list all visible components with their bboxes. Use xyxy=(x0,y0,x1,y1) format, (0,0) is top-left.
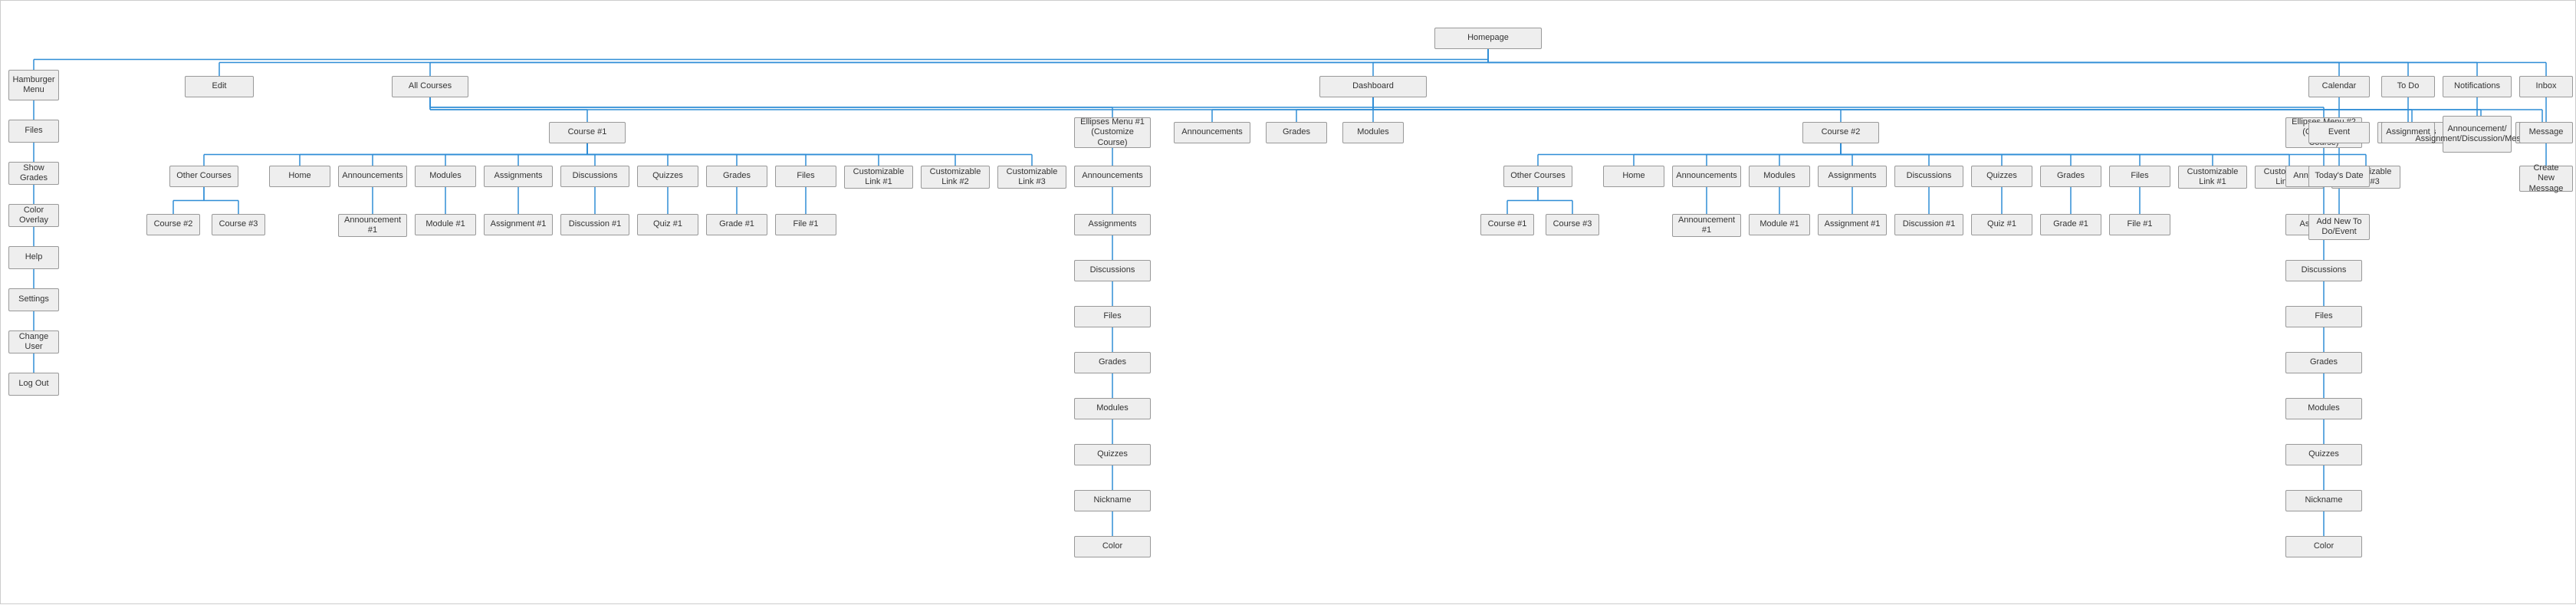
node-todaysdate[interactable]: Today's Date xyxy=(2308,166,2370,187)
node-c2_oc1[interactable]: Course #1 xyxy=(1480,214,1534,235)
edge-layer xyxy=(1,1,2576,605)
node-c2_disc1[interactable]: Discussion #1 xyxy=(1894,214,1963,235)
node-notifications[interactable]: Notifications xyxy=(2443,76,2512,97)
node-c2_other[interactable]: Other Courses xyxy=(1503,166,1572,187)
node-c1_ann1[interactable]: Announcement #1 xyxy=(338,214,407,237)
node-e2_disc[interactable]: Discussions xyxy=(2285,260,2362,281)
node-c1_oc2[interactable]: Course #2 xyxy=(146,214,200,235)
node-e1_mod[interactable]: Modules xyxy=(1074,398,1151,419)
node-d_grades[interactable]: Grades xyxy=(1266,122,1327,143)
node-h_files[interactable]: Files xyxy=(8,120,59,143)
node-d_modules[interactable]: Modules xyxy=(1342,122,1404,143)
node-c1_home[interactable]: Home xyxy=(269,166,330,187)
node-h_showgrades[interactable]: Show Grades xyxy=(8,162,59,185)
node-c2_ann[interactable]: Announcements xyxy=(1672,166,1741,187)
node-e1_disc[interactable]: Discussions xyxy=(1074,260,1151,281)
node-inbox[interactable]: Inbox xyxy=(2519,76,2573,97)
sitemap-canvas: Homepage Hamburger Menu Files Show Grades Co… xyxy=(0,0,2576,604)
node-e2_color[interactable]: Color xyxy=(2285,536,2362,557)
node-e1_ann[interactable]: Announcements xyxy=(1074,166,1151,187)
node-h_settings[interactable]: Settings xyxy=(8,288,59,311)
node-e1_color[interactable]: Color xyxy=(1074,536,1151,557)
node-c1_cl3[interactable]: Customizable Link #3 xyxy=(997,166,1066,189)
node-c2_oc3[interactable]: Course #3 xyxy=(1546,214,1599,235)
node-c2_ann1[interactable]: Announcement #1 xyxy=(1672,214,1741,237)
node-c1_grades[interactable]: Grades xyxy=(706,166,767,187)
node-h_coloroverlay[interactable]: Color Overlay xyxy=(8,204,59,227)
node-e1_grades[interactable]: Grades xyxy=(1074,352,1151,373)
node-c1_disc[interactable]: Discussions xyxy=(560,166,629,187)
node-hamburger[interactable]: Hamburger Menu xyxy=(8,70,59,100)
node-c1_asg[interactable]: Assignments xyxy=(484,166,553,187)
node-c1_mod[interactable]: Modules xyxy=(415,166,476,187)
node-h_help[interactable]: Help xyxy=(8,246,59,269)
node-c1_cl1[interactable]: Customizable Link #1 xyxy=(844,166,913,189)
node-calendar[interactable]: Calendar xyxy=(2308,76,2370,97)
node-c2_grades[interactable]: Grades xyxy=(2040,166,2101,187)
node-c1_quiz1[interactable]: Quiz #1 xyxy=(637,214,698,235)
node-event[interactable]: Event xyxy=(2308,122,2370,143)
node-e2_grades[interactable]: Grades xyxy=(2285,352,2362,373)
node-c1_file1[interactable]: File #1 xyxy=(775,214,836,235)
node-c2_file1[interactable]: File #1 xyxy=(2109,214,2170,235)
node-e1_asg[interactable]: Assignments xyxy=(1074,214,1151,235)
node-e2_quiz[interactable]: Quizzes xyxy=(2285,444,2362,465)
node-c2_files[interactable]: Files xyxy=(2109,166,2170,187)
node-edit[interactable]: Edit xyxy=(185,76,254,97)
node-c1_disc1[interactable]: Discussion #1 xyxy=(560,214,629,235)
node-c2_mod[interactable]: Modules xyxy=(1749,166,1810,187)
node-c2_grade1[interactable]: Grade #1 xyxy=(2040,214,2101,235)
node-e2_nick[interactable]: Nickname xyxy=(2285,490,2362,511)
node-c2_asg1[interactable]: Assignment #1 xyxy=(1818,214,1887,235)
node-notif_item[interactable]: Announcement/ Assignment/Discussion/Mess… xyxy=(2443,116,2512,153)
node-c2_asg[interactable]: Assignments xyxy=(1818,166,1887,187)
node-c1_quiz[interactable]: Quizzes xyxy=(637,166,698,187)
node-c2_disc[interactable]: Discussions xyxy=(1894,166,1963,187)
node-c2_quiz[interactable]: Quizzes xyxy=(1971,166,2032,187)
node-addnewtodo[interactable]: Add New To Do/Event xyxy=(2308,214,2370,240)
node-todo[interactable]: To Do xyxy=(2381,76,2435,97)
node-c1_other[interactable]: Other Courses xyxy=(169,166,238,187)
node-createmsg[interactable]: Create New Message xyxy=(2519,166,2573,192)
node-allcourses[interactable]: All Courses xyxy=(392,76,468,97)
node-c2_cl1[interactable]: Customizable Link #1 xyxy=(2178,166,2247,189)
node-c1_files[interactable]: Files xyxy=(775,166,836,187)
node-course2[interactable]: Course #2 xyxy=(1802,122,1879,143)
node-d_ann[interactable]: Announcements xyxy=(1174,122,1250,143)
node-homepage[interactable]: Homepage xyxy=(1434,28,1542,49)
node-e1_files[interactable]: Files xyxy=(1074,306,1151,327)
node-c1_mod1[interactable]: Module #1 xyxy=(415,214,476,235)
node-h_changeuser[interactable]: Change User xyxy=(8,330,59,353)
node-c1_grade1[interactable]: Grade #1 xyxy=(706,214,767,235)
node-dashboard[interactable]: Dashboard xyxy=(1319,76,1427,97)
node-c2_home[interactable]: Home xyxy=(1603,166,1664,187)
node-e1_nick[interactable]: Nickname xyxy=(1074,490,1151,511)
node-c1_oc3[interactable]: Course #3 xyxy=(212,214,265,235)
node-c1_ann[interactable]: Announcements xyxy=(338,166,407,187)
node-e1_quiz[interactable]: Quizzes xyxy=(1074,444,1151,465)
node-c1_cl2[interactable]: Customizable Link #2 xyxy=(921,166,990,189)
node-c2_quiz1[interactable]: Quiz #1 xyxy=(1971,214,2032,235)
node-c1_asg1[interactable]: Assignment #1 xyxy=(484,214,553,235)
node-h_logout[interactable]: Log Out xyxy=(8,373,59,396)
node-e2_files[interactable]: Files xyxy=(2285,306,2362,327)
node-e2_mod[interactable]: Modules xyxy=(2285,398,2362,419)
node-course1[interactable]: Course #1 xyxy=(549,122,626,143)
node-c2_mod1[interactable]: Module #1 xyxy=(1749,214,1810,235)
node-elli1[interactable]: Ellipses Menu #1 (Customize Course) xyxy=(1074,117,1151,148)
node-message[interactable]: Message xyxy=(2519,122,2573,143)
